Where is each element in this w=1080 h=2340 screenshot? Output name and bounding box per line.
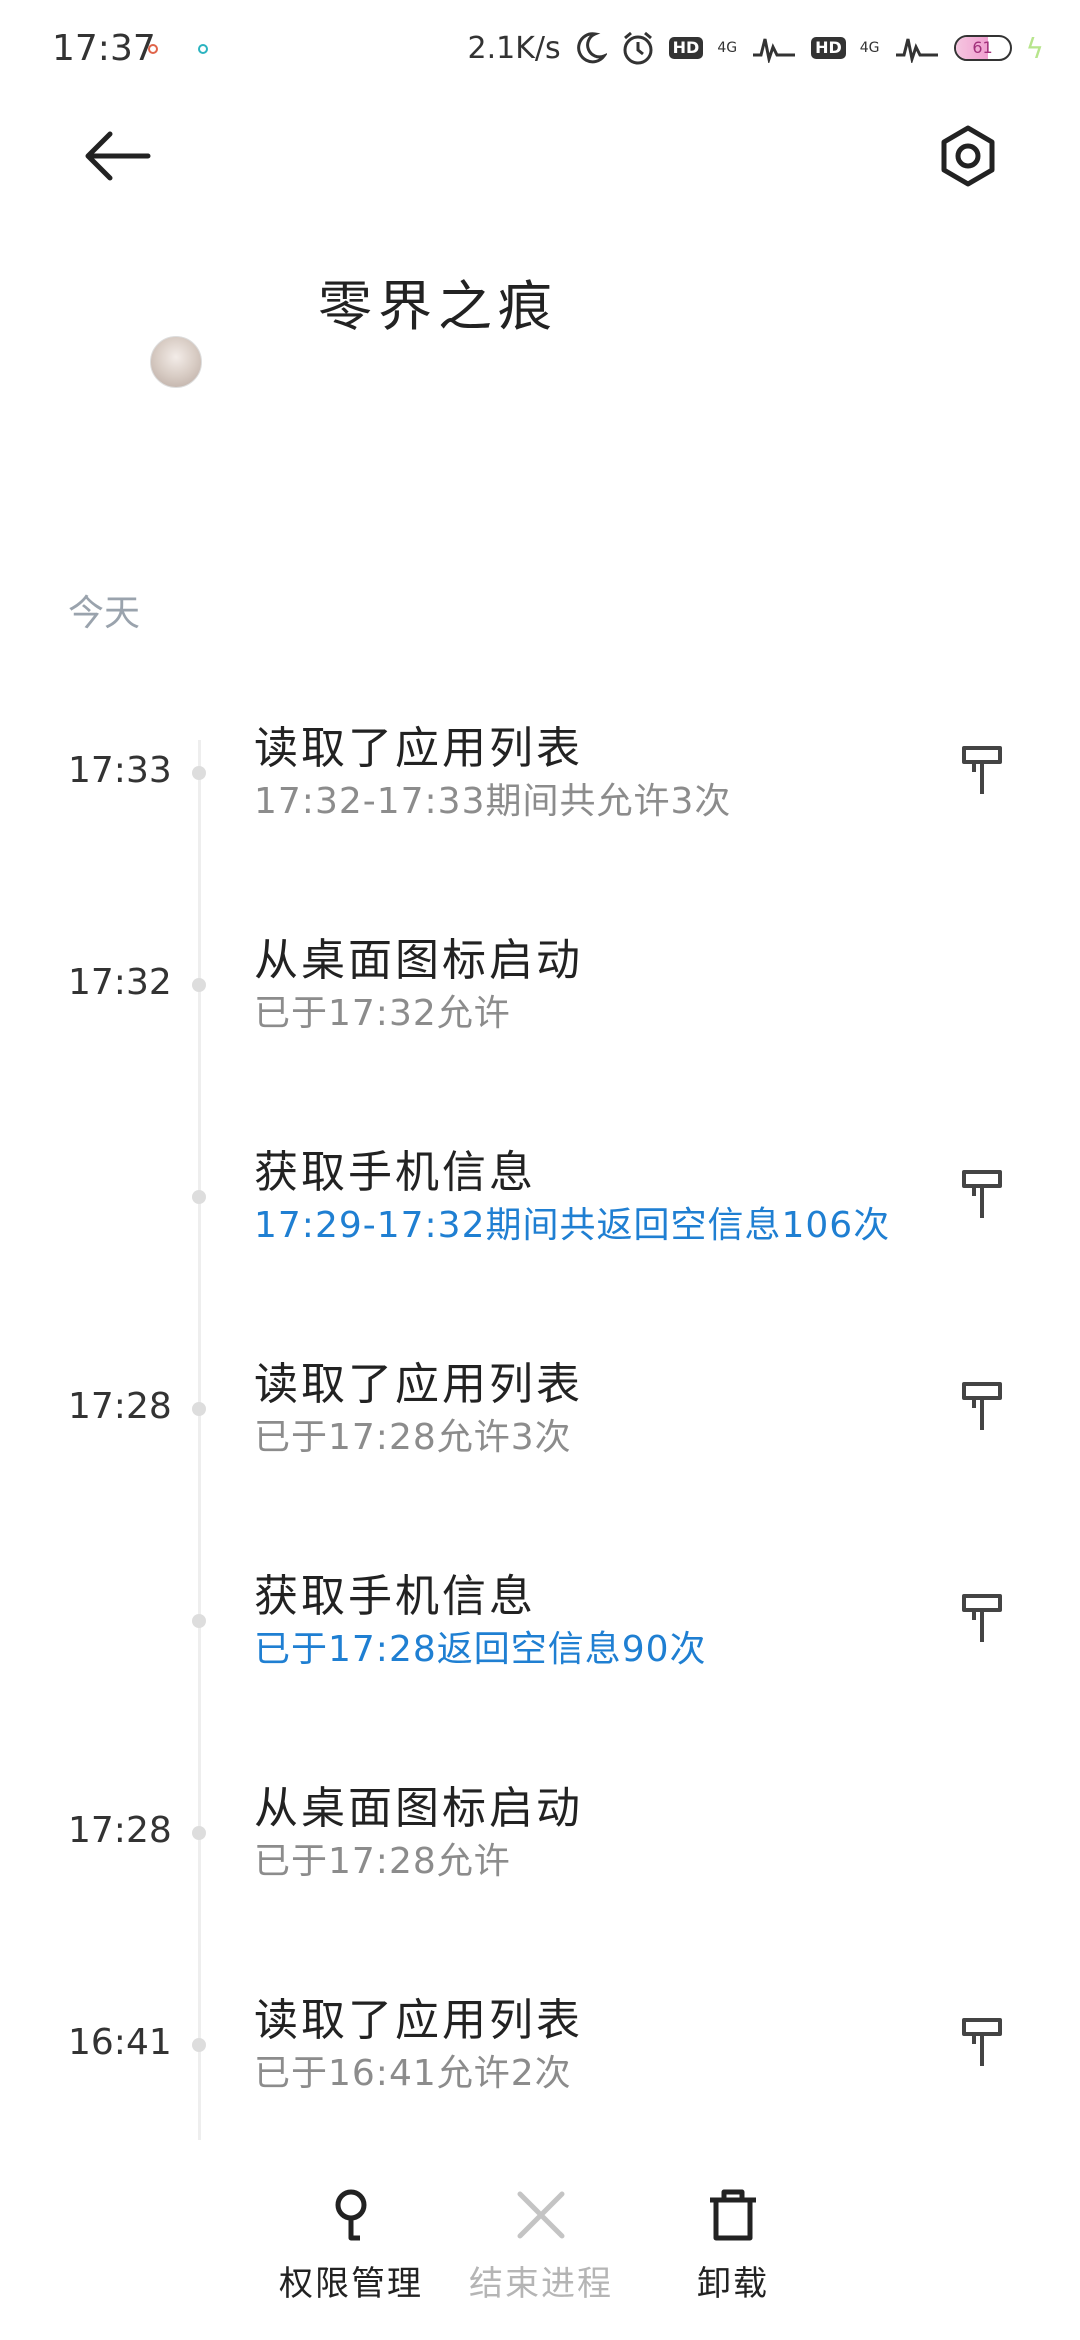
timeline-subtitle: 已于17:28允许 [254, 1841, 511, 1882]
timeline-time: 17:28 [68, 1386, 172, 1427]
app-name: 零界之痕 [318, 275, 558, 338]
timeline-subtitle: 17:29-17:32期间共返回空信息106次 [254, 1205, 891, 1246]
timeline-item[interactable]: 17:28 读取了应用列表已于17:28允许3次 [0, 1348, 1080, 1488]
permissions-label: 权限管理 [279, 2264, 423, 2304]
settings-icon[interactable] [936, 124, 1000, 188]
timeline-dot [192, 1190, 206, 1204]
moon-icon [576, 32, 607, 64]
timeline-dot [192, 2038, 206, 2052]
signpost-icon[interactable] [960, 742, 1004, 796]
timeline-dot [192, 1826, 206, 1840]
timeline-time: 17:33 [68, 750, 172, 791]
timeline-title: 获取手机信息 [254, 1147, 536, 1198]
status-time: 17:37 [52, 28, 156, 69]
timeline-dot [192, 1402, 206, 1416]
timeline-title: 获取手机信息 [254, 1571, 536, 1622]
timeline-subtitle: 17:32-17:33期间共允许3次 [254, 781, 732, 822]
status-icons: 2.1K/s HD 4G HD 4G 61 ϟ [468, 26, 1044, 70]
signpost-icon[interactable] [960, 2014, 1004, 2068]
timeline-title: 读取了应用列表 [254, 1359, 583, 1410]
timeline-time: 16:41 [68, 2022, 172, 2063]
section-label-today: 今天 [68, 593, 141, 634]
timeline-title: 从桌面图标启动 [254, 1783, 583, 1834]
charging-icon: ϟ [1025, 31, 1044, 65]
notification-dot-icon [148, 44, 158, 54]
signpost-icon[interactable] [960, 1378, 1004, 1432]
timeline-item[interactable]: 获取手机信息已于17:28返回空信息90次 [0, 1560, 1080, 1700]
timeline-subtitle: 已于17:28返回空信息90次 [254, 1629, 707, 1670]
end-process-label: 结束进程 [469, 2264, 613, 2304]
permissions-button[interactable]: 权限管理 [266, 2188, 436, 2305]
timeline-dot [192, 978, 206, 992]
network-type: 4G [859, 40, 880, 56]
close-icon [517, 2191, 565, 2239]
end-process-button[interactable]: 结束进程 [456, 2188, 626, 2305]
timeline-title: 读取了应用列表 [254, 723, 583, 774]
signal-icon [895, 38, 938, 63]
network-type: 4G [717, 40, 738, 56]
timeline-subtitle: 已于17:28允许3次 [254, 1417, 572, 1458]
key-icon [335, 2189, 367, 2241]
timeline-time: 17:28 [68, 1810, 172, 1851]
bottom-action-bar: 权限管理 结束进程 卸载 [0, 2168, 1080, 2340]
timeline-item[interactable]: 16:41 读取了应用列表已于16:41允许2次 [0, 1984, 1080, 2124]
signpost-icon[interactable] [960, 1590, 1004, 1644]
timeline-item[interactable]: 17:28 从桌面图标启动已于17:28允许 [0, 1772, 1080, 1912]
hd-badge: HD [668, 37, 704, 59]
status-bar: 17:37 2.1K/s HD 4G HD 4G 61 ϟ [0, 0, 1080, 100]
timeline-item[interactable]: 17:32 从桌面图标启动已于17:32允许 [0, 924, 1080, 1064]
timeline-subtitle: 已于16:41允许2次 [254, 2053, 572, 2094]
hd-badge: HD [811, 37, 846, 59]
alarm-icon [623, 31, 653, 65]
timeline-title: 从桌面图标启动 [254, 935, 583, 986]
uninstall-button[interactable]: 卸载 [648, 2188, 818, 2305]
notification-dot-icon [198, 44, 208, 54]
signpost-icon[interactable] [960, 1166, 1004, 1220]
battery-icon: 61 [953, 35, 1012, 61]
back-arrow-icon[interactable] [82, 126, 152, 186]
uninstall-label: 卸载 [697, 2264, 769, 2304]
trash-icon [710, 2189, 756, 2241]
timeline-item[interactable]: 17:33 读取了应用列表 17:32-17:33期间共允许3次 [0, 712, 1080, 852]
timeline-time: 17:32 [68, 962, 172, 1003]
battery-level: 61 [972, 38, 993, 57]
signal-icon [753, 38, 796, 63]
timeline-dot [192, 1614, 206, 1628]
timeline-item[interactable]: 获取手机信息 17:29-17:32期间共返回空信息106次 [0, 1136, 1080, 1276]
net-speed: 2.1K/s [467, 30, 561, 66]
timeline-subtitle: 已于17:32允许 [254, 993, 511, 1034]
app-icon [150, 336, 202, 388]
timeline-title: 读取了应用列表 [254, 1995, 583, 2046]
timeline-dot [192, 766, 206, 780]
